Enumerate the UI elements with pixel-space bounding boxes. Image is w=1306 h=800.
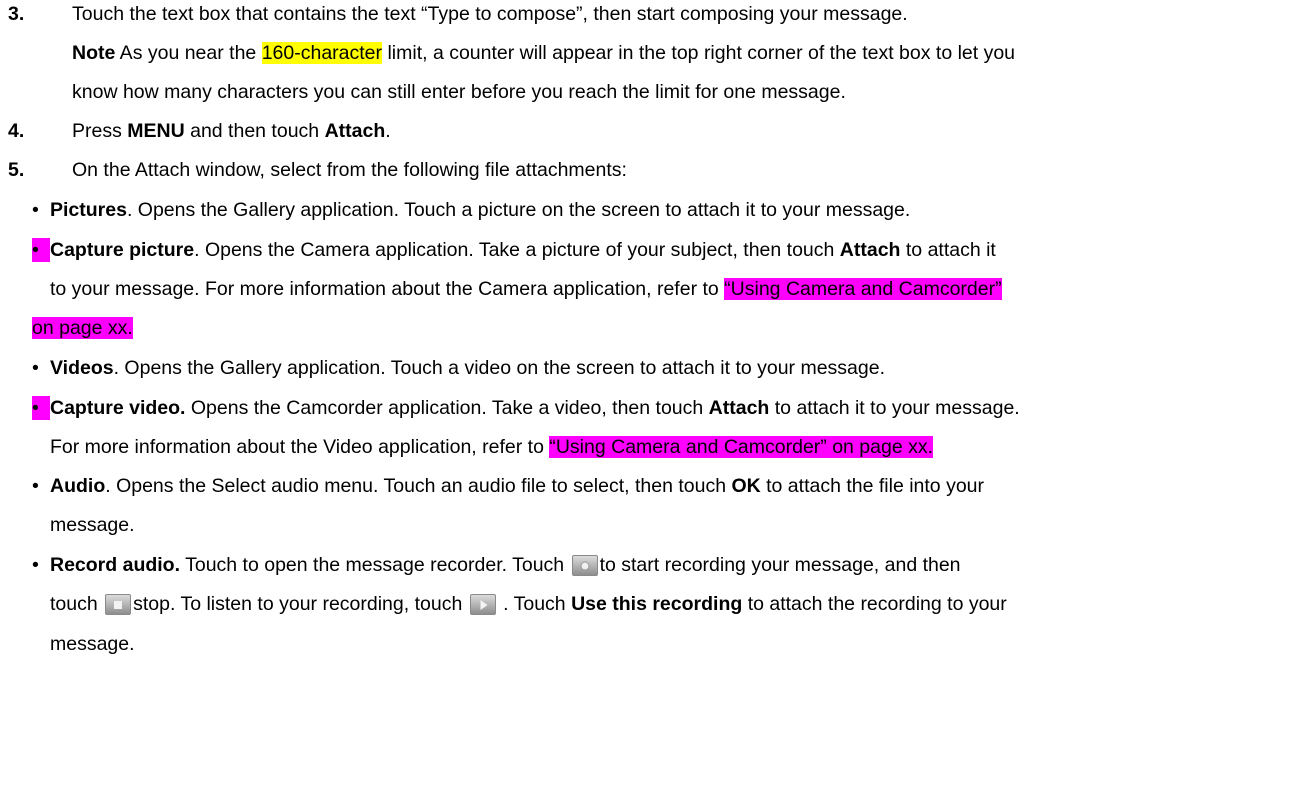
- bullet-label: Videos: [50, 357, 114, 379]
- bullet-icon: •: [32, 357, 39, 379]
- step-text: On the Attach window, select from the fo…: [72, 159, 627, 181]
- bullet-label: Record audio.: [50, 554, 181, 576]
- capture-video-line-2: For more information about the Video app…: [50, 436, 934, 458]
- attach-label: Attach: [708, 397, 770, 419]
- bullet-label: Audio: [50, 475, 106, 497]
- bullet-capture-video: • Capture video. Opens the Camcorder appl…: [32, 396, 1020, 420]
- use-this-recording-label: Use this recording: [571, 593, 743, 615]
- step-number: 3.: [8, 3, 25, 25]
- note-label: Note: [72, 42, 116, 64]
- note-line-1: Note As you near the 160-character limit…: [72, 41, 1015, 65]
- cross-reference-link[interactable]: “Using Camera and Camcorder”: [724, 278, 1002, 300]
- bullet-label: Capture picture: [50, 239, 195, 261]
- bullet-label: Capture video.: [50, 397, 186, 419]
- note-text: As you near the: [115, 42, 262, 64]
- attach-label: Attach: [324, 120, 386, 142]
- bullet-pictures: • Pictures. Opens the Gallery application…: [32, 199, 911, 221]
- play-button-icon: [469, 594, 496, 616]
- ok-label: OK: [731, 475, 761, 497]
- note-text: limit, a counter will appear in the top …: [382, 42, 1016, 64]
- step-number: 5.: [8, 159, 25, 181]
- bullet-icon: •: [32, 554, 39, 576]
- step-text: Touch the text box that contains the tex…: [72, 3, 908, 25]
- attach-label: Attach: [839, 239, 901, 261]
- bullet-icon: •: [32, 199, 39, 221]
- cross-reference-link[interactable]: “Using Camera and Camcorder” on page xx.: [549, 436, 934, 458]
- bullet-record-audio: • Record audio. Touch to open the message…: [32, 554, 961, 577]
- step-number: 4.: [8, 120, 25, 142]
- cross-reference-link[interactable]: on page xx.: [32, 317, 133, 339]
- bullet-icon: •: [32, 238, 50, 262]
- capture-picture-line-2: to your message. For more information ab…: [50, 278, 1002, 300]
- bullet-icon: •: [32, 475, 39, 497]
- capture-picture-line-3: on page xx.: [32, 316, 133, 340]
- bullet-videos: • Videos. Opens the Gallery application. …: [32, 357, 886, 379]
- audio-line-2: message.: [50, 514, 135, 536]
- bullet-icon: •: [32, 396, 50, 420]
- bullet-label: Pictures: [50, 199, 127, 221]
- menu-key: MENU: [127, 120, 185, 142]
- note-line-2: know how many characters you can still e…: [72, 81, 846, 103]
- bullet-capture-picture: • Capture picture. Opens the Camera appli…: [32, 238, 996, 262]
- record-audio-line-3: message.: [50, 633, 135, 655]
- stop-button-icon: [105, 594, 132, 616]
- record-button-icon: [571, 555, 598, 577]
- record-audio-line-2: touch stop. To listen to your recording,…: [50, 593, 1007, 616]
- bullet-audio: • Audio. Opens the Select audio menu. Tou…: [32, 475, 985, 497]
- highlight-160-character: 160-character: [261, 42, 383, 64]
